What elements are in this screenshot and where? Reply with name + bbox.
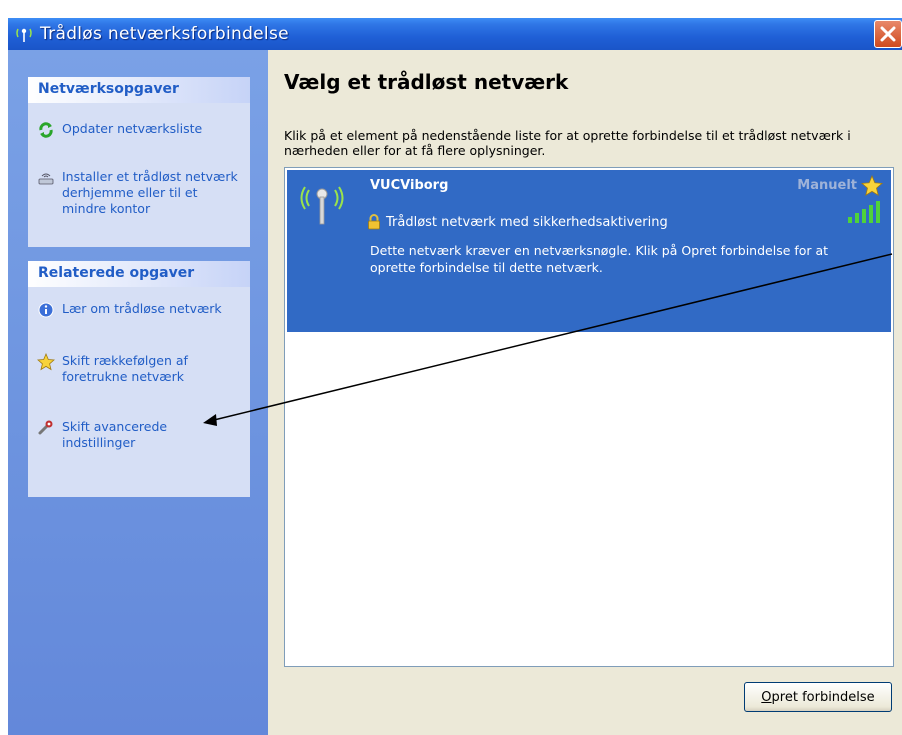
refresh-network-list-label: Opdater netværksliste (62, 121, 203, 136)
network-security: Trådløst netværk med sikkerhedsaktiverin… (367, 214, 668, 230)
star-icon (36, 353, 56, 371)
main-content: Vælg et trådløst netværk Klik på et elem… (268, 50, 902, 735)
wireless-antenna-icon (297, 178, 347, 226)
setup-wireless-network-link[interactable]: Installer et trådløst netværk derhjemme … (28, 169, 250, 217)
advanced-settings-label: Skift avancerede indstillinger (62, 419, 168, 450)
connect-button[interactable]: Opret forbindelse (744, 682, 892, 712)
settings-icon (36, 419, 56, 437)
network-list[interactable]: VUCViborg Manuelt Trådløst netværk med s… (284, 167, 894, 667)
info-icon (36, 301, 56, 319)
network-security-label: Trådløst netværk med sikkerhedsaktiverin… (386, 214, 668, 230)
change-order-label: Skift rækkefølgen af foretrukne netværk (62, 353, 188, 384)
advanced-settings-link[interactable]: Skift avancerede indstillinger (28, 419, 250, 451)
page-description: Klik på et element på nedenstående liste… (284, 128, 851, 158)
network-tasks-box: Netværksopgaver Opdater netværksliste In… (28, 77, 250, 247)
related-tasks-header: Relaterede opgaver (28, 261, 250, 287)
wireless-connection-window: Trådløs netværksforbindelse Netværksopga… (0, 0, 902, 735)
side-panel: Netværksopgaver Opdater netværksliste In… (8, 50, 268, 735)
refresh-network-list-link[interactable]: Opdater netværksliste (28, 121, 250, 139)
learn-wireless-link[interactable]: Lær om trådløse netværk (28, 301, 250, 319)
connect-button-mnemonic: O (761, 689, 772, 705)
window-title: Trådløs netværksforbindelse (40, 24, 289, 44)
network-message: Dette netværk kræver en netværksnøgle. K… (370, 243, 829, 275)
network-tasks-header: Netværksopgaver (28, 77, 250, 103)
learn-wireless-label: Lær om trådløse netværk (62, 301, 222, 316)
title-bar[interactable]: Trådløs netværksforbindelse (8, 18, 902, 50)
connect-button-label: pret forbindelse (771, 689, 875, 705)
preferred-star-icon (861, 174, 883, 197)
setup-wireless-network-label: Installer et trådløst netværk derhjemme … (62, 169, 238, 216)
wireless-icon (14, 24, 34, 44)
network-mode: Manuelt (797, 178, 857, 193)
network-name: VUCViborg (370, 178, 449, 193)
related-tasks-box: Relaterede opgaver Lær om trådløse netvæ… (28, 261, 250, 497)
change-order-link[interactable]: Skift rækkefølgen af foretrukne netværk (28, 353, 250, 385)
network-list-item[interactable]: VUCViborg Manuelt Trådløst netværk med s… (287, 170, 891, 332)
page-title: Vælg et trådløst netværk (284, 70, 569, 94)
close-button[interactable] (874, 20, 902, 48)
wireless-setup-icon (36, 169, 56, 187)
close-icon (880, 26, 896, 42)
lock-icon (367, 214, 381, 230)
signal-strength-icon (847, 200, 881, 224)
refresh-icon (36, 121, 56, 139)
